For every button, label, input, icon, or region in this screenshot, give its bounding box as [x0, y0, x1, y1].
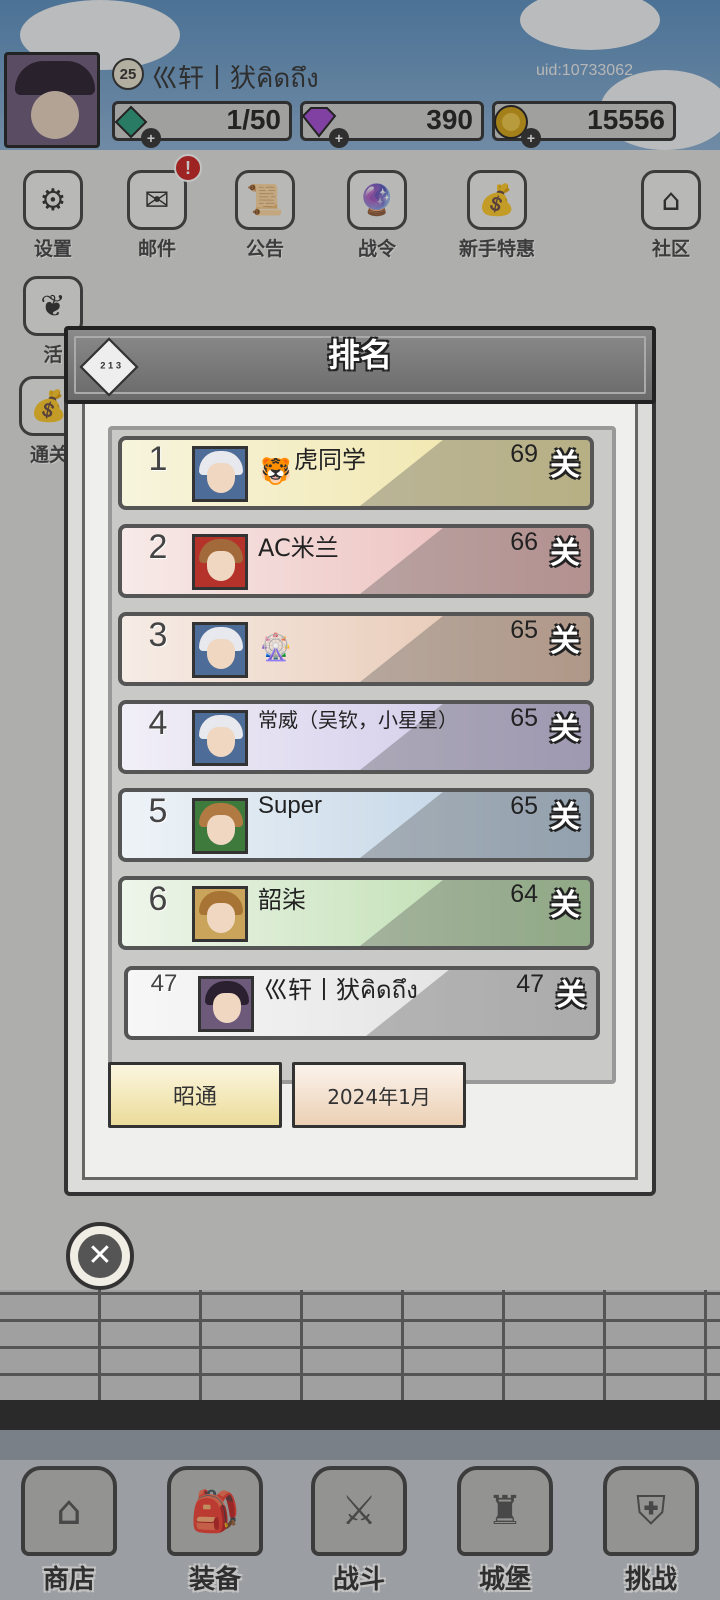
avatar[interactable] [192, 446, 248, 502]
stage-unit: 关 [550, 712, 580, 747]
avatar-face [207, 463, 235, 493]
ranking-row[interactable]: 3 🎡 65 关 [118, 612, 594, 686]
stage-unit: 关 [550, 624, 580, 659]
rank-number: 6 [148, 880, 168, 918]
ranking-row[interactable]: 4 常威（吴钦，小星星） 65 关 [118, 700, 594, 774]
stage-score: 64 [510, 880, 538, 908]
rank-number: 47 [150, 970, 178, 997]
tiger-icon: 🐯 [259, 457, 293, 487]
avatar[interactable] [192, 534, 248, 590]
ranking-modal: 2 1 3 排名 1 🐯 虎同学 69 关 2 AC米兰 66 关 3 🎡 65 [64, 326, 656, 1196]
avatar[interactable] [192, 798, 248, 854]
player-name: 韶柒 [258, 886, 306, 914]
avatar-face [207, 903, 235, 933]
ranking-row[interactable]: 2 AC米兰 66 关 [118, 524, 594, 598]
avatar-face [207, 815, 235, 845]
rank-number: 1 [148, 440, 168, 478]
stage-score: 65 [510, 704, 538, 732]
ranking-list[interactable]: 1 🐯 虎同学 69 关 2 AC米兰 66 关 3 🎡 65 关 4 常威（吴… [108, 426, 616, 1084]
stage-score: 69 [510, 440, 538, 468]
stage-unit: 关 [550, 800, 580, 835]
player-name: Super [258, 792, 323, 819]
avatar-face [207, 727, 235, 757]
rank-number: 5 [148, 792, 168, 830]
stage-unit: 关 [550, 448, 580, 483]
player-name: 巛轩丨犾คิดถึง [264, 976, 418, 1004]
avatar[interactable] [198, 976, 254, 1032]
stage-score: 65 [510, 792, 538, 820]
ferris-wheel-icon: 🎡 [259, 633, 293, 663]
stage-score: 65 [510, 616, 538, 644]
ranking-row[interactable]: 5 Super 65 关 [118, 788, 594, 862]
close-button[interactable]: ✕ [66, 1222, 134, 1290]
rank-number: 2 [148, 528, 168, 566]
avatar-face [207, 639, 235, 669]
avatar[interactable] [192, 886, 248, 942]
stage-unit: 关 [556, 978, 586, 1013]
stage-unit: 关 [550, 888, 580, 923]
modal-title-bar: 2 1 3 排名 [64, 326, 656, 404]
stage-score: 47 [516, 970, 544, 998]
rank-number: 3 [148, 616, 168, 654]
avatar[interactable] [192, 710, 248, 766]
ranking-row[interactable]: 1 🐯 虎同学 69 关 [118, 436, 594, 510]
avatar[interactable] [192, 622, 248, 678]
player-name: AC米兰 [258, 534, 339, 562]
ranking-row[interactable]: 6 韶柒 64 关 [118, 876, 594, 950]
avatar-face [207, 551, 235, 581]
stage-score: 66 [510, 528, 538, 556]
close-icon: ✕ [78, 1234, 122, 1278]
avatar-face [213, 993, 241, 1023]
region-filter-button[interactable]: 昭通 [108, 1062, 282, 1128]
my-ranking-row[interactable]: 47 巛轩丨犾คิดถึง 47 关 [124, 966, 600, 1040]
player-name: 常威（吴钦，小星星） [258, 708, 458, 732]
rank-number: 4 [148, 704, 168, 742]
stage-unit: 关 [550, 536, 580, 571]
player-name: 虎同学 [294, 446, 366, 474]
month-filter-button[interactable]: 2024年1月 [292, 1062, 466, 1128]
modal-title: 排名 [327, 336, 392, 374]
